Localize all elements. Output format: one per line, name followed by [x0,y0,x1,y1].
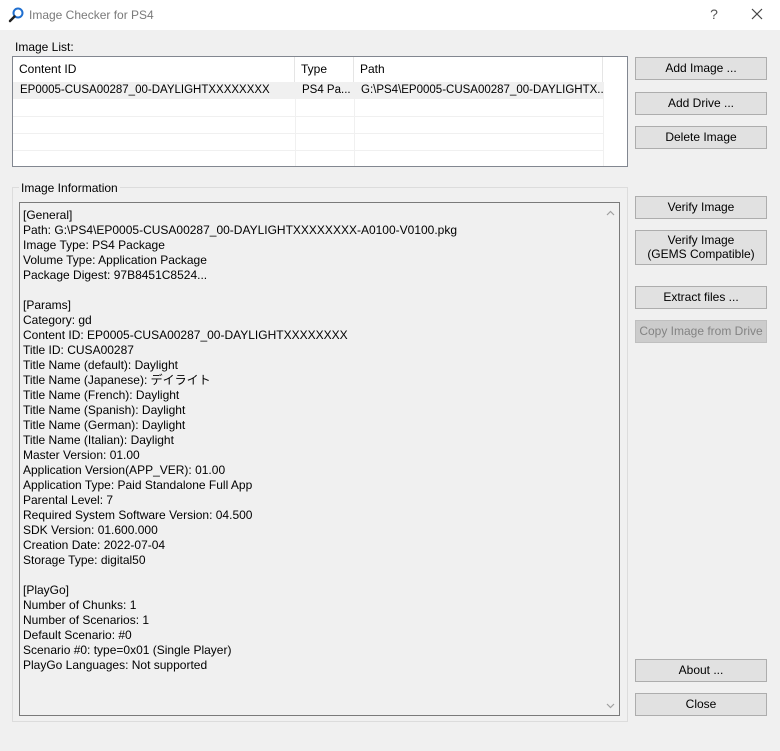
image-information-label: Image Information [19,181,120,195]
image-list-label: Image List: [15,40,74,54]
empty-row [13,117,603,134]
delete-image-button[interactable]: Delete Image [635,126,767,149]
verify-image-gems-button[interactable]: Verify Image (GEMS Compatible) [635,230,767,265]
title-bar: Image Checker for PS4 ? [0,0,780,30]
image-information-text: [General] Path: G:\PS4\EP0005-CUSA00287_… [23,208,458,672]
table-row[interactable]: EP0005-CUSA00287_00-DAYLIGHTXXXXXXXX PS4… [13,82,603,99]
copy-image-from-drive-button[interactable]: Copy Image from Drive [635,320,767,343]
help-icon[interactable]: ? [704,4,724,24]
add-image-button[interactable]: Add Image ... [635,57,767,80]
verify-gems-line2: (GEMS Compatible) [647,246,755,261]
scroll-up-icon[interactable] [606,210,615,216]
verify-gems-line1: Verify Image [667,233,735,248]
verify-image-button[interactable]: Verify Image [635,196,767,219]
magnifier-icon [8,7,24,23]
column-header-path[interactable]: Path [354,57,603,82]
window-title: Image Checker for PS4 [29,8,154,22]
scroll-down-icon[interactable] [606,703,615,709]
empty-row [13,100,603,117]
list-header: Content ID Type Path [13,57,603,82]
close-icon[interactable] [744,2,770,26]
empty-row [13,134,603,151]
column-divider [354,82,355,166]
column-divider [295,82,296,166]
add-drive-button[interactable]: Add Drive ... [635,92,767,115]
about-button[interactable]: About ... [635,659,767,682]
vertical-scrollbar[interactable] [602,203,619,715]
image-information-textbox[interactable]: [General] Path: G:\PS4\EP0005-CUSA00287_… [19,202,620,716]
cell-path: G:\PS4\EP0005-CUSA00287_00-DAYLIGHTX... [361,84,603,96]
column-header-content-id[interactable]: Content ID [13,57,295,82]
image-list[interactable]: Content ID Type Path EP0005-CUSA00287_00… [12,56,628,167]
extract-files-button[interactable]: Extract files ... [635,286,767,309]
cell-type: PS4 Pa... [302,84,351,96]
column-header-type[interactable]: Type [295,57,354,82]
close-button[interactable]: Close [635,693,767,716]
cell-content-id: EP0005-CUSA00287_00-DAYLIGHTXXXXXXXX [20,84,270,96]
column-divider [603,82,604,166]
